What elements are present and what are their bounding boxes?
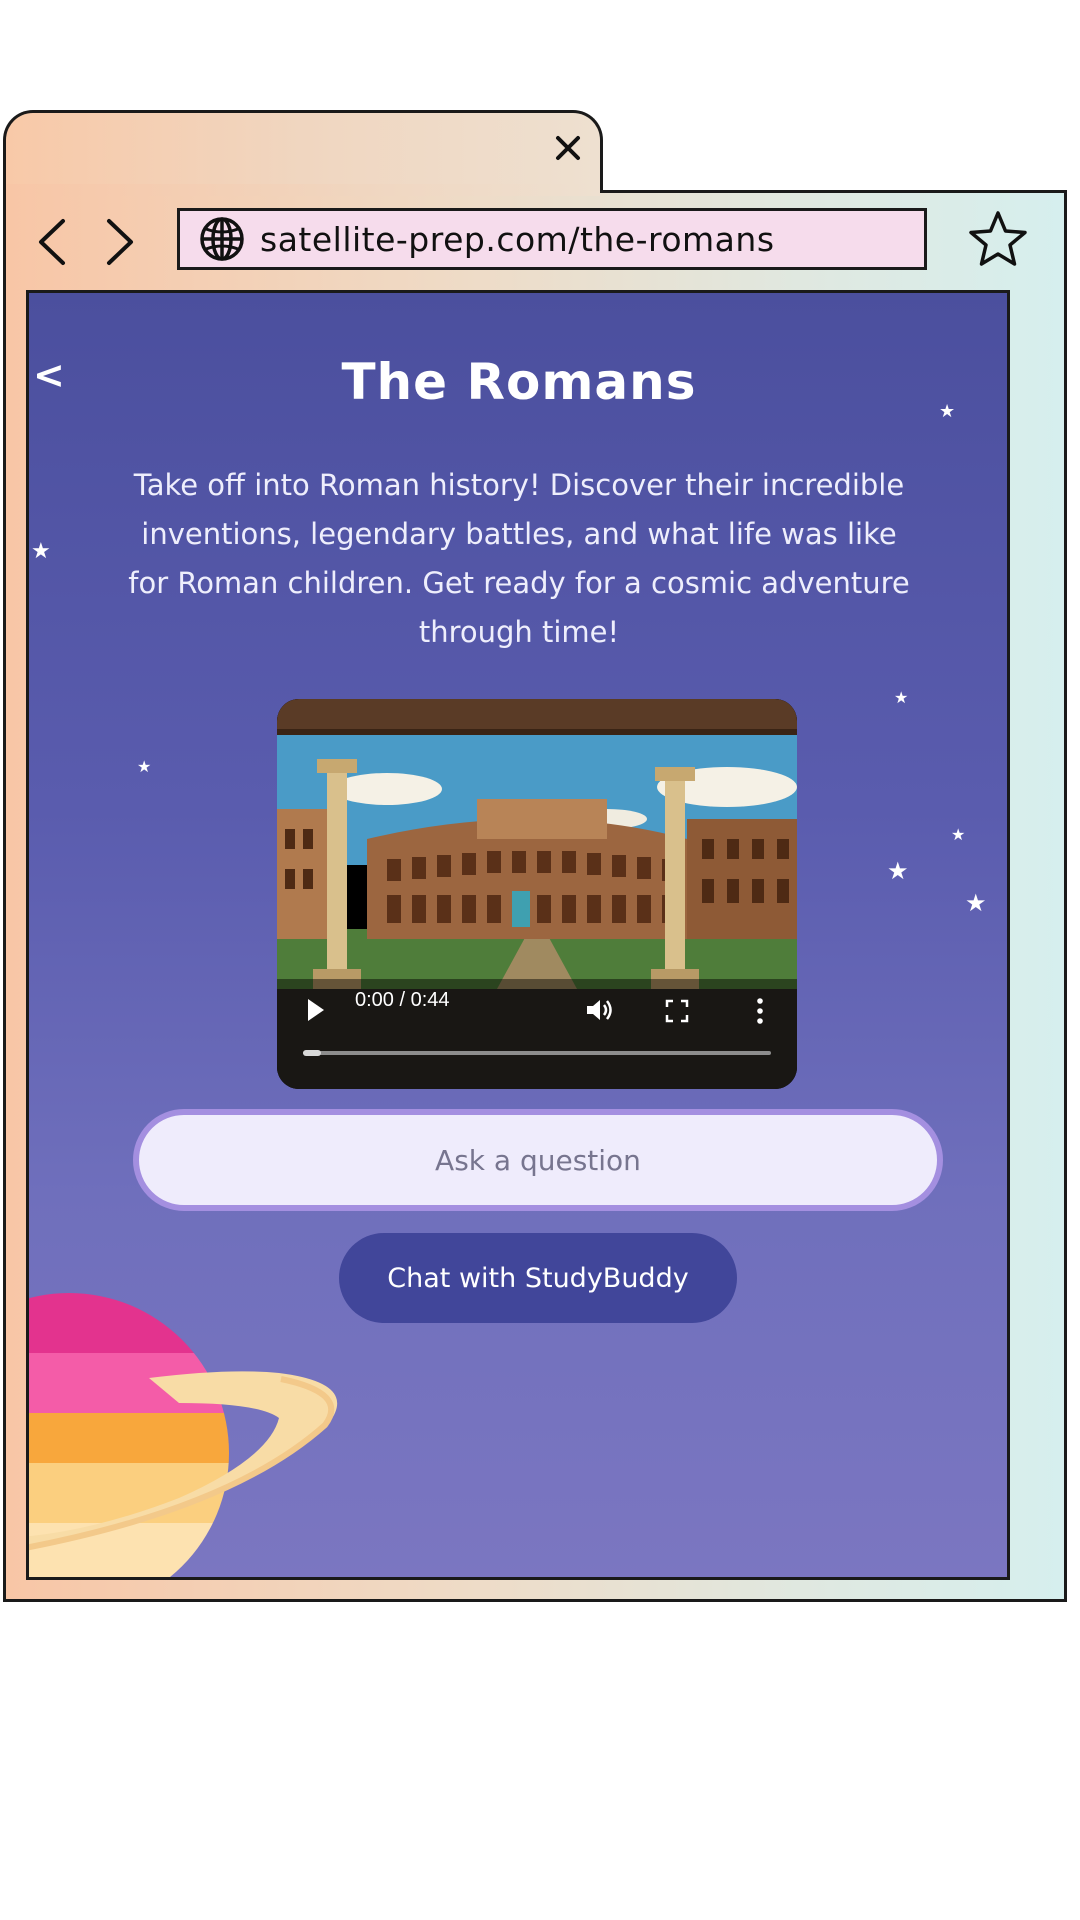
star-outline-icon[interactable] bbox=[966, 208, 1030, 272]
star-decoration-icon: ★ bbox=[887, 857, 909, 885]
planet-illustration bbox=[29, 1293, 338, 1577]
page-title: The Romans bbox=[341, 353, 697, 411]
address-bar[interactable]: satellite-prep.com/the-romans bbox=[177, 208, 927, 270]
page-viewport: ★ ★ ★ ★ ★ ★ ★ < The Romans Take off into… bbox=[26, 290, 1010, 1580]
chat-with-studybuddy-button[interactable]: Chat with StudyBuddy bbox=[339, 1233, 737, 1323]
more-options-icon[interactable] bbox=[755, 997, 765, 1025]
play-icon[interactable] bbox=[305, 997, 327, 1023]
video-progress-knob[interactable] bbox=[303, 1050, 321, 1056]
volume-icon[interactable] bbox=[585, 997, 615, 1023]
star-decoration-icon: ★ bbox=[951, 825, 966, 844]
chevron-left-icon[interactable] bbox=[30, 215, 74, 269]
globe-icon bbox=[200, 217, 244, 261]
star-decoration-icon: ★ bbox=[137, 757, 152, 776]
page-description: Take off into Roman history! Discover th… bbox=[128, 468, 910, 649]
video-time: 0:00 / 0:44 bbox=[355, 989, 450, 1011]
star-decoration-icon: ★ bbox=[965, 889, 987, 917]
ask-question-input[interactable]: Ask a question bbox=[133, 1109, 943, 1211]
tab-join bbox=[6, 184, 600, 196]
url-text[interactable]: satellite-prep.com/the-romans bbox=[260, 220, 775, 259]
chevron-right-icon[interactable] bbox=[98, 215, 142, 269]
scrollbar-track[interactable] bbox=[1009, 293, 1010, 1579]
video-player[interactable]: 0:00 / 0:44 bbox=[277, 699, 797, 1089]
video-progress-track[interactable] bbox=[303, 1050, 771, 1056]
fullscreen-icon[interactable] bbox=[665, 999, 689, 1023]
star-decoration-icon: ★ bbox=[31, 539, 51, 564]
close-icon[interactable] bbox=[548, 128, 588, 168]
star-decoration-icon: ★ bbox=[894, 688, 909, 707]
lesson-page: ★ ★ ★ ★ ★ ★ ★ < The Romans Take off into… bbox=[29, 293, 1007, 1577]
browser-window: satellite-prep.com/the-romans ★ ★ ★ ★ ★ … bbox=[0, 0, 1080, 1920]
